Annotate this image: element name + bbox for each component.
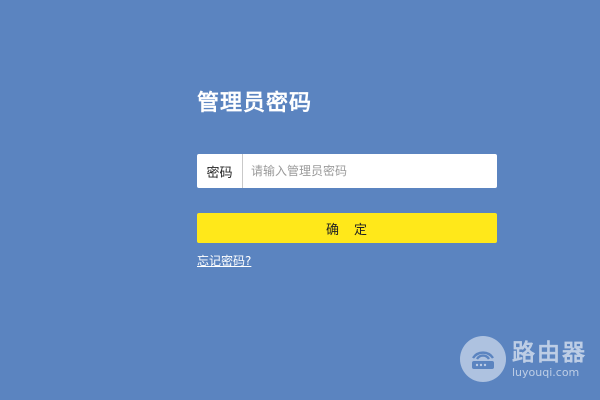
login-panel: 管理员密码 密码 确 定 忘记密码? <box>197 88 497 269</box>
page-title: 管理员密码 <box>197 91 313 116</box>
router-icon <box>460 336 506 382</box>
password-input[interactable] <box>243 154 497 188</box>
password-field-row: 密码 <box>197 154 497 188</box>
confirm-button[interactable]: 确 定 <box>197 213 497 243</box>
watermark: 路由器 luyouqi.com <box>460 336 587 382</box>
watermark-name: 路由器 <box>512 339 587 366</box>
watermark-text: 路由器 luyouqi.com <box>512 340 587 379</box>
forgot-password-link[interactable]: 忘记密码? <box>197 252 251 269</box>
watermark-url: luyouqi.com <box>512 365 580 379</box>
password-label: 密码 <box>197 154 243 188</box>
